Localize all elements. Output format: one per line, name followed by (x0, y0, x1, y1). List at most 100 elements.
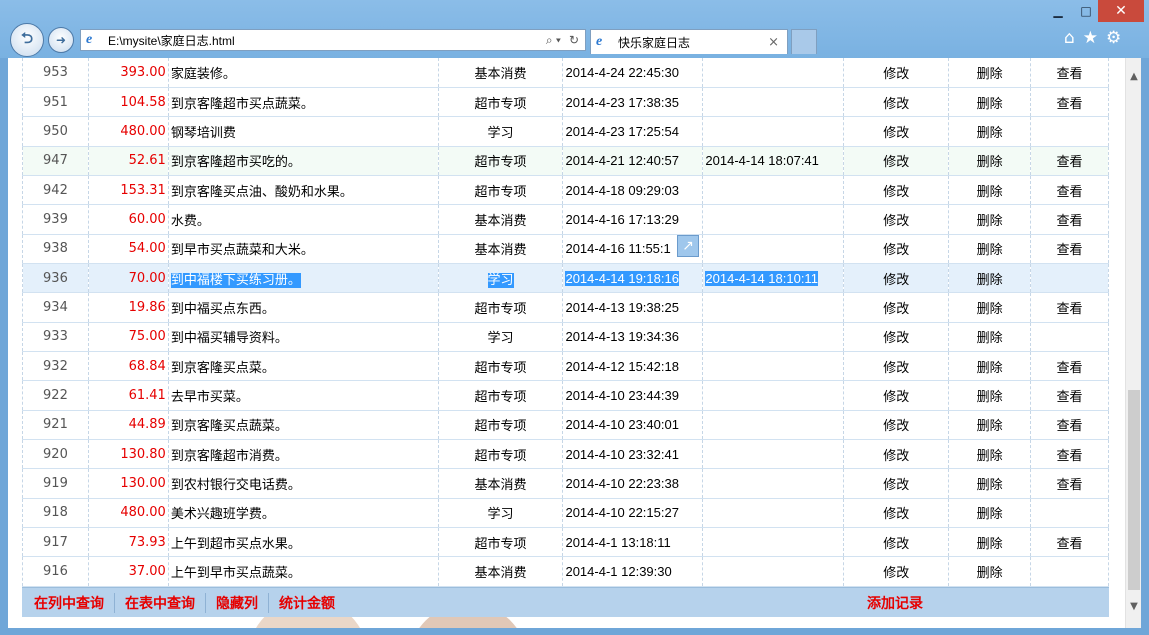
delete-link-text[interactable]: 删除 (977, 537, 1003, 552)
edit-link[interactable]: 修改 (843, 116, 950, 147)
delete-link-text[interactable]: 删除 (977, 361, 1003, 376)
edit-link-text[interactable]: 修改 (883, 243, 909, 258)
edit-link-text[interactable]: 修改 (883, 566, 909, 581)
view-link[interactable]: 查看 (1030, 468, 1109, 499)
vertical-scrollbar[interactable]: ▲ ▼ (1125, 58, 1141, 628)
view-link[interactable]: 查看 (1030, 87, 1109, 118)
edit-link[interactable]: 修改 (843, 87, 950, 118)
delete-link[interactable]: 删除 (948, 468, 1032, 499)
table-row[interactable]: 953 393.00 家庭装修。 基本消费 2014-4-24 22:45:30 修改 删除… (22, 58, 1109, 88)
delete-link-text[interactable]: 删除 (977, 155, 1003, 170)
delete-link[interactable]: 删除 (948, 527, 1032, 558)
edit-link[interactable]: 修改 (843, 556, 950, 587)
delete-link-text[interactable]: 删除 (977, 419, 1003, 434)
delete-link[interactable]: 删除 (948, 175, 1032, 206)
view-link[interactable]: 查看 (1030, 175, 1109, 206)
view-link-text[interactable]: 查看 (1057, 302, 1083, 317)
view-link[interactable]: 查看 (1030, 204, 1109, 235)
delete-link[interactable]: 删除 (948, 292, 1032, 323)
view-link-text[interactable]: 查看 (1057, 214, 1083, 229)
edit-link-text[interactable]: 修改 (883, 214, 909, 229)
close-window-button[interactable]: ✕ (1098, 0, 1144, 22)
delete-link-text[interactable]: 删除 (977, 214, 1003, 229)
scroll-down-icon[interactable]: ▼ (1126, 598, 1141, 614)
minimize-button[interactable]: ▁ (1044, 0, 1072, 22)
edit-link-text[interactable]: 修改 (883, 67, 909, 82)
delete-link[interactable]: 删除 (948, 410, 1032, 440)
view-link-text[interactable]: 查看 (1057, 97, 1083, 112)
forward-button[interactable]: ➜ (48, 27, 74, 53)
search-in-column-link[interactable]: 在列中查询 (22, 592, 115, 613)
delete-link[interactable]: 删除 (948, 234, 1032, 264)
view-link-text[interactable]: 查看 (1057, 361, 1083, 376)
view-link[interactable]: 查看 (1030, 58, 1109, 88)
back-button[interactable]: ⮌ (10, 23, 44, 57)
hide-column-link[interactable]: 隐藏列 (206, 592, 269, 613)
view-link[interactable]: 查看 (1030, 439, 1109, 470)
delete-link[interactable]: 删除 (948, 351, 1032, 382)
view-link-text[interactable]: 查看 (1057, 155, 1083, 170)
edit-link-text[interactable]: 修改 (883, 537, 909, 552)
delete-link[interactable]: 删除 (948, 263, 1032, 294)
table-row[interactable]: 918 480.00 美术兴趣班学费。 学习 2014-4-10 22:15:27 修改 删… (22, 498, 1109, 529)
settings-gear-icon[interactable]: ⚙ (1106, 28, 1121, 48)
delete-link-text[interactable]: 删除 (977, 243, 1003, 258)
tab-close-icon[interactable]: × (768, 35, 787, 50)
delete-link[interactable]: 删除 (948, 556, 1032, 587)
add-record-link[interactable]: 添加记录 (867, 593, 923, 613)
table-row[interactable]: 916 37.00 上午到早市买点蔬菜。 基本消费 2014-4-1 12:39:30 修… (22, 556, 1109, 587)
tab-active[interactable]: e 快乐家庭日志 × (590, 29, 788, 54)
edit-link-text[interactable]: 修改 (883, 302, 909, 317)
sum-amount-link[interactable]: 统计金额 (269, 593, 345, 613)
view-link[interactable]: 查看 (1030, 292, 1109, 323)
table-row[interactable]: 920 130.80 到京客隆超市消费。 超市专项 2014-4-10 23:32:41… (22, 439, 1109, 470)
edit-link[interactable]: 修改 (843, 204, 950, 235)
maximize-button[interactable]: □ (1072, 0, 1100, 22)
delete-link-text[interactable]: 删除 (977, 449, 1003, 464)
delete-link-text[interactable]: 删除 (977, 566, 1003, 581)
view-link[interactable]: 查看 (1030, 380, 1109, 411)
view-link[interactable]: 查看 (1030, 146, 1109, 176)
delete-link-text[interactable]: 删除 (977, 302, 1003, 317)
delete-link[interactable]: 删除 (948, 116, 1032, 147)
view-link-text[interactable]: 查看 (1057, 67, 1083, 82)
delete-link[interactable]: 删除 (948, 58, 1032, 88)
edit-link[interactable]: 修改 (843, 58, 950, 88)
table-row[interactable]: 922 61.41 去早市买菜。 超市专项 2014-4-10 23:44:39 修改 删除… (22, 380, 1109, 411)
view-link-text[interactable]: 查看 (1057, 449, 1083, 464)
delete-link[interactable]: 删除 (948, 87, 1032, 118)
favorites-star-icon[interactable]: ★ (1083, 28, 1098, 48)
popout-icon[interactable]: ↗ (677, 235, 699, 257)
delete-link-text[interactable]: 删除 (977, 507, 1003, 522)
table-row[interactable]: 934 19.86 到中福买点东西。 超市专项 2014-4-13 19:38:25 修改… (22, 292, 1109, 323)
delete-link[interactable]: 删除 (948, 204, 1032, 235)
edit-link[interactable]: 修改 (843, 175, 950, 206)
delete-link[interactable]: 删除 (948, 322, 1032, 352)
edit-link[interactable]: 修改 (843, 322, 950, 352)
edit-link-text[interactable]: 修改 (883, 273, 909, 288)
table-row[interactable]: 938 54.00 到早市买点蔬菜和大米。 基本消费 2014-4-16 11:55:1… (22, 234, 1109, 264)
table-row[interactable]: 917 73.93 上午到超市买点水果。 超市专项 2014-4-1 13:18:11 修… (22, 527, 1109, 558)
delete-link[interactable]: 删除 (948, 380, 1032, 411)
table-row[interactable]: 950 480.00 钢琴培训费 学习 2014-4-23 17:25:54 修改 删除 (22, 116, 1109, 147)
edit-link[interactable]: 修改 (843, 498, 950, 529)
edit-link[interactable]: 修改 (843, 234, 950, 264)
view-link-text[interactable]: 查看 (1057, 419, 1083, 434)
table-row[interactable]: 951 104.58 到京客隆超市买点蔬菜。 超市专项 2014-4-23 17:38:… (22, 87, 1109, 118)
view-link[interactable]: 查看 (1030, 410, 1109, 440)
edit-link-text[interactable]: 修改 (883, 185, 909, 200)
table-row[interactable]: 942 153.31 到京客隆买点油、酸奶和水果。 超市专项 2014-4-18 09:… (22, 175, 1109, 206)
table-row[interactable]: 919 130.00 到农村银行交电话费。 基本消费 2014-4-10 22:23:3… (22, 468, 1109, 499)
search-in-table-link[interactable]: 在表中查询 (115, 592, 206, 613)
edit-link-text[interactable]: 修改 (883, 507, 909, 522)
delete-link-text[interactable]: 删除 (977, 185, 1003, 200)
edit-link[interactable]: 修改 (843, 527, 950, 558)
delete-link-text[interactable]: 删除 (977, 478, 1003, 493)
edit-link[interactable]: 修改 (843, 351, 950, 382)
delete-link-text[interactable]: 删除 (977, 67, 1003, 82)
edit-link[interactable]: 修改 (843, 380, 950, 411)
edit-link-text[interactable]: 修改 (883, 97, 909, 112)
delete-link-text[interactable]: 删除 (977, 273, 1003, 288)
view-link[interactable]: 查看 (1030, 527, 1109, 558)
table-row[interactable]: 932 68.84 到京客隆买点菜。 超市专项 2014-4-12 15:42:18 修改… (22, 351, 1109, 382)
